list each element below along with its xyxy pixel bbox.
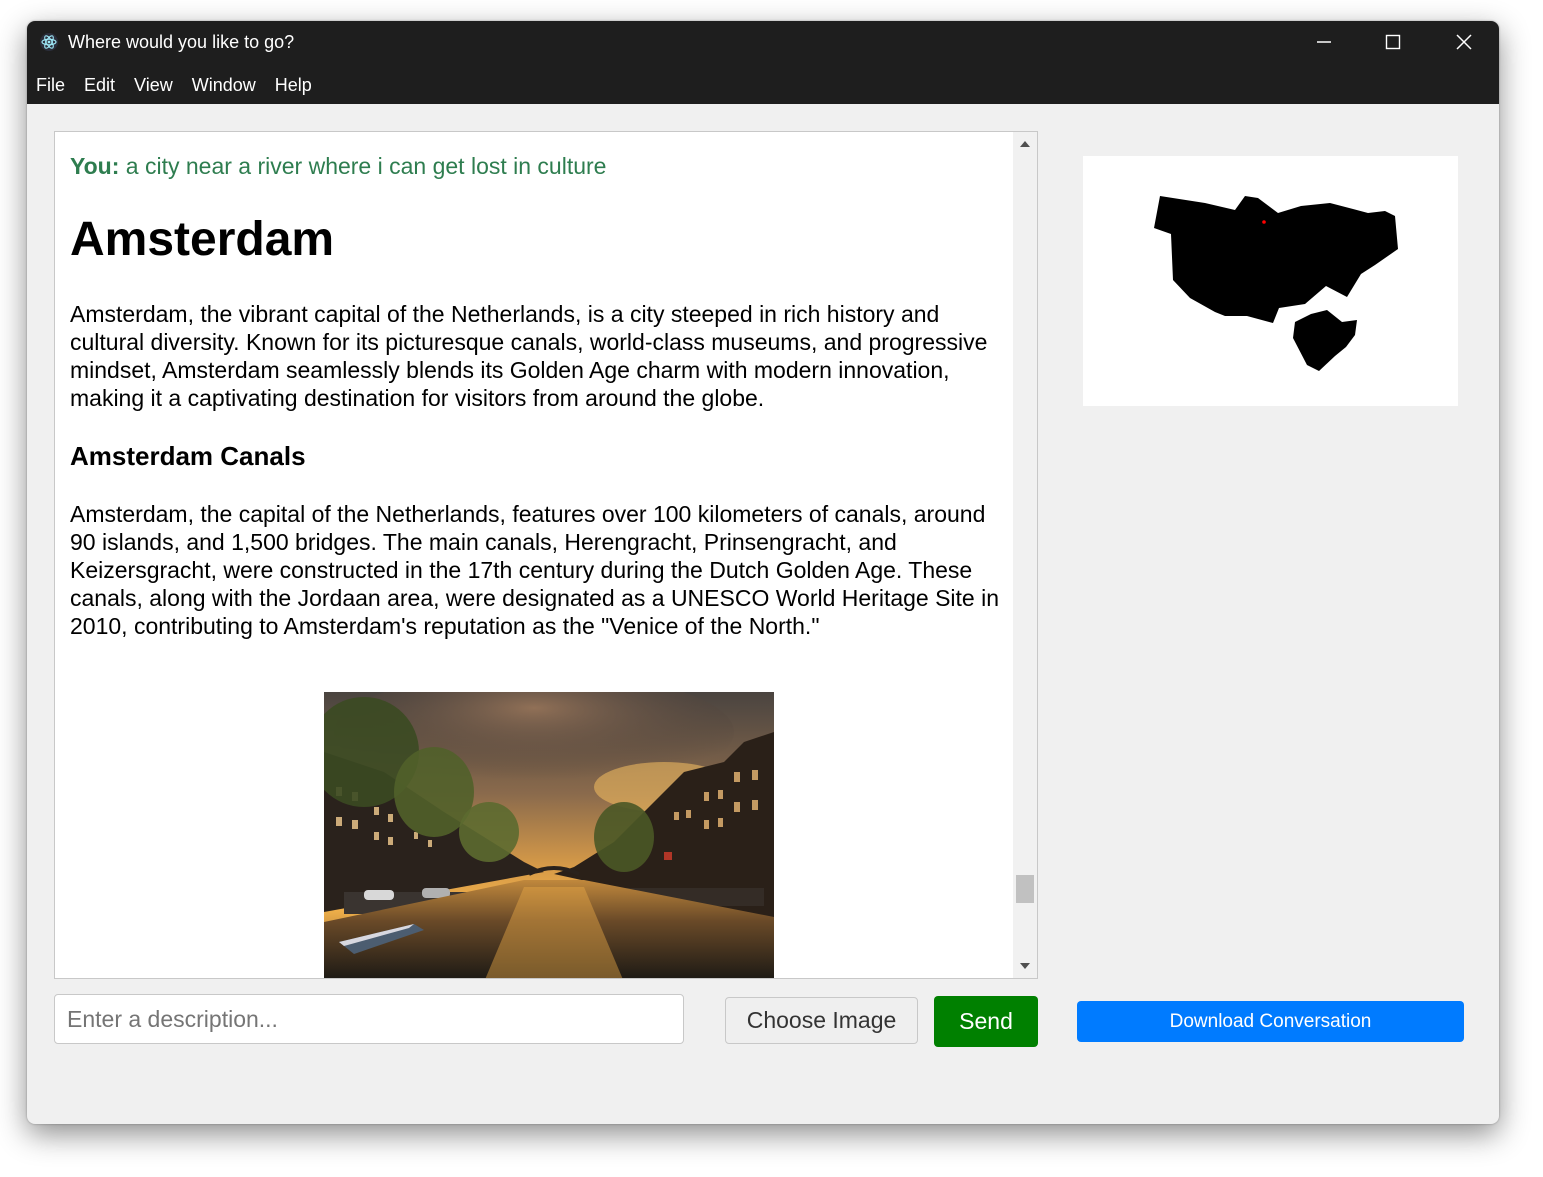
maximize-icon (1385, 34, 1401, 50)
scroll-down-arrow-icon[interactable] (1013, 954, 1037, 978)
user-message-text: a city near a river where i can get lost… (119, 153, 607, 179)
section-title: Amsterdam Canals (70, 441, 306, 471)
city-boundary (1154, 196, 1398, 323)
menu-file[interactable]: File (36, 71, 65, 99)
city-map (1083, 156, 1458, 406)
menu-bar: File Edit View Window Help (27, 71, 331, 99)
title-bar: Where would you like to go? File Edit Vi… (27, 21, 1499, 104)
scroll-thumb[interactable] (1016, 875, 1034, 903)
send-button[interactable]: Send (934, 996, 1038, 1047)
chat-scrollbar[interactable] (1013, 132, 1037, 978)
city-boundary-south (1293, 310, 1357, 371)
menu-window[interactable]: Window (192, 71, 256, 99)
section-text: Amsterdam, the capital of the Netherland… (70, 501, 1000, 639)
description-input[interactable] (54, 994, 684, 1044)
download-conversation-button[interactable]: Download Conversation (1077, 1001, 1464, 1042)
location-marker (1262, 220, 1266, 224)
close-icon (1456, 34, 1472, 50)
canal-photo (324, 692, 774, 978)
city-intro: Amsterdam, the vibrant capital of the Ne… (70, 301, 988, 411)
chat-panel[interactable]: You: a city near a river where i can get… (54, 131, 1038, 979)
user-message: You: a city near a river where i can get… (70, 153, 606, 180)
window-title: Where would you like to go? (68, 32, 295, 52)
city-title: Amsterdam (70, 213, 335, 266)
user-label: You: (70, 153, 120, 179)
minimize-button[interactable] (1301, 27, 1347, 57)
scroll-up-arrow-icon[interactable] (1013, 132, 1037, 156)
app-window: Where would you like to go? File Edit Vi… (27, 21, 1499, 1124)
minimize-icon (1317, 41, 1331, 43)
choose-image-button[interactable]: Choose Image (725, 997, 918, 1044)
close-button[interactable] (1441, 27, 1487, 57)
menu-help[interactable]: Help (275, 71, 312, 99)
menu-edit[interactable]: Edit (84, 71, 115, 99)
city-outline-map (1154, 196, 1398, 371)
maximize-button[interactable] (1370, 27, 1416, 57)
menu-view[interactable]: View (134, 71, 173, 99)
electron-app-icon (40, 33, 58, 51)
